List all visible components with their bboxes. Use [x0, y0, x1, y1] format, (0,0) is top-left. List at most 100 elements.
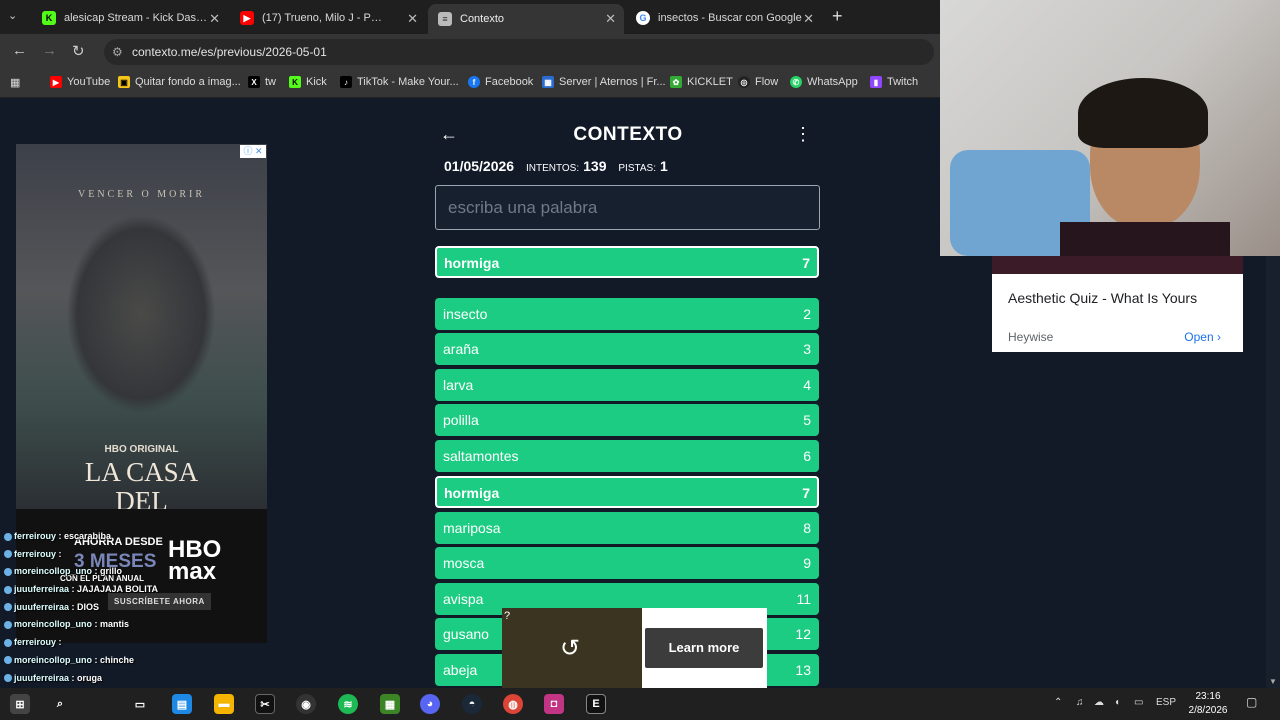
youtube-icon: ▶	[50, 76, 62, 88]
task-view-icon[interactable]: ▭	[130, 694, 150, 714]
ad-info-icon[interactable]: ⓘ ✕	[240, 145, 266, 158]
ad-open-link[interactable]: Open ›	[1184, 330, 1221, 344]
learn-more-button[interactable]: Learn more	[645, 628, 763, 668]
chat-text: chinche	[100, 654, 135, 665]
close-icon[interactable]: ✕	[803, 11, 814, 27]
cloud-icon[interactable]: ☁	[1094, 697, 1104, 708]
chat-separator: :	[69, 584, 78, 595]
tab-search-chevron-icon[interactable]: ⌄	[8, 9, 17, 22]
steam-icon[interactable]: ◓	[462, 694, 482, 714]
close-icon[interactable]: ✕	[605, 11, 616, 27]
tab-contexto[interactable]: ≡ Contexto ✕	[428, 4, 624, 34]
bookmark-label: Facebook	[485, 76, 534, 88]
guess-word: abeja	[443, 662, 478, 678]
chat-message: juuuferreiraa : DIOS	[0, 599, 300, 617]
taskbar-clock[interactable]: 23:16 2/8/2026	[1186, 690, 1230, 718]
ad-image-strip	[992, 256, 1243, 274]
spotify-icon[interactable]: ≋	[338, 694, 358, 714]
windows-start-icon[interactable]: ⊞	[10, 694, 30, 714]
close-icon[interactable]: ✕	[209, 11, 220, 27]
tab-strip: ⌄ K alesicap Stream - Kick Dashboard ✕ ▶…	[0, 0, 940, 34]
guess-word: saltamontes	[443, 448, 519, 464]
tiktok-icon: ♪	[340, 76, 352, 88]
back-arrow-icon[interactable]: ←	[12, 42, 27, 59]
bookmark-x[interactable]: Xtw	[248, 76, 276, 88]
game-stats: 01/05/2026 INTENTOS: 139 PISTAS: 1	[444, 158, 668, 174]
chat-badge-icon	[4, 621, 12, 630]
capcut-icon[interactable]: ✂	[255, 694, 275, 714]
tab-google[interactable]: G insectos - Buscar con Google ✕	[626, 4, 822, 32]
chat-message: moreincollop_uno : chinche	[0, 652, 300, 670]
word-input[interactable]	[436, 186, 819, 229]
reload-icon[interactable]: ↻	[72, 42, 85, 60]
server-icon: ▦	[542, 76, 554, 88]
instagram-icon[interactable]: ◘	[544, 694, 564, 714]
store-icon[interactable]: ▤	[172, 694, 192, 714]
image-icon: ▣	[118, 76, 130, 88]
tab-title: insectos - Buscar con Google	[658, 12, 802, 24]
tray-chevron-up-icon[interactable]: ⌃	[1054, 697, 1062, 708]
chat-badge-icon	[4, 550, 12, 559]
close-icon[interactable]: ✕	[407, 11, 418, 27]
guess-rank: 7	[802, 255, 810, 271]
microphone-icon[interactable]: ♫	[1076, 697, 1084, 708]
bookmark-flow[interactable]: ◎ Flow	[738, 76, 778, 88]
address-bar[interactable]: contexto.me/es/previous/2026-05-01	[104, 39, 934, 65]
more-vert-icon[interactable]: ⋮	[794, 124, 812, 145]
network-icon[interactable]: ▭	[1134, 697, 1143, 708]
bookmark-youtube[interactable]: ▶ YouTube	[50, 76, 110, 88]
language-indicator[interactable]: ESP	[1156, 697, 1176, 708]
forward-arrow-icon[interactable]: →	[42, 42, 57, 59]
chat-badge-icon	[4, 568, 12, 576]
site-info-icon[interactable]: ⚙	[112, 45, 123, 59]
tab-title: Contexto	[460, 13, 505, 25]
replay-icon[interactable]: ↺	[560, 634, 580, 663]
bookmark-kicklet[interactable]: ✿ KICKLET	[670, 76, 733, 88]
apps-grid-icon[interactable]: ▦	[10, 76, 20, 89]
tab-kick-dashboard[interactable]: K alesicap Stream - Kick Dashboard ✕	[32, 4, 228, 32]
search-icon[interactable]: ⌕	[50, 694, 70, 714]
bookmark-facebook[interactable]: f Facebook	[468, 76, 533, 88]
bookmark-aternos[interactable]: ▦ Server | Aternos | Fr...	[542, 76, 666, 88]
chat-separator: :	[92, 619, 101, 630]
guess-rank: 11	[796, 591, 811, 607]
notification-icon[interactable]: ▢	[1246, 695, 1257, 709]
guess-row: insecto 2	[435, 298, 819, 330]
guess-rank: 2	[803, 306, 811, 322]
bookmark-label: Kick	[306, 76, 327, 88]
bookmark-kick[interactable]: K Kick	[289, 76, 327, 88]
guess-word: hormiga	[444, 485, 500, 501]
chat-separator: :	[56, 531, 65, 541]
guess-rank: 5	[803, 412, 811, 428]
speaker-icon[interactable]: ◖	[1114, 697, 1120, 708]
ad-banner-bottom[interactable]: ? ↺ Learn more	[502, 608, 767, 688]
minecraft-icon[interactable]: ▦	[380, 694, 400, 714]
guess-rank: 6	[803, 448, 811, 464]
obs-icon[interactable]: ◉	[296, 694, 316, 714]
webcam-shirt	[1060, 222, 1230, 256]
flow-icon: ◎	[738, 76, 750, 88]
guess-word: larva	[443, 377, 474, 393]
bookmark-whatsapp[interactable]: ✆ WhatsApp	[790, 76, 858, 88]
bookmark-twitch[interactable]: ▮ Twitch	[870, 76, 918, 88]
guess-row: mariposa 8	[435, 512, 819, 544]
chat-text: mantis	[100, 619, 130, 630]
tab-youtube[interactable]: ▶ (17) Trueno, Milo J - PUMA ✕	[230, 4, 426, 32]
bookmark-remove-bg[interactable]: ▣ Quitar fondo a imag...	[118, 76, 241, 88]
bookmark-label: KICKLET	[687, 76, 733, 88]
chat-message: juuuferreiraa : JAJAJAJA BOLITA	[0, 581, 300, 599]
epic-games-icon[interactable]: E	[586, 694, 606, 714]
word-input-box	[435, 185, 820, 230]
new-tab-plus-icon[interactable]: +	[832, 6, 843, 27]
bookmark-tiktok[interactable]: ♪ TikTok - Make Your...	[340, 76, 459, 88]
file-explorer-icon[interactable]: ▬	[214, 694, 234, 714]
ad-banner-left[interactable]: VENCER O MORIR HBO ORIGINAL LA CASA DEL …	[16, 144, 267, 509]
chrome-icon[interactable]: ◍	[503, 694, 523, 714]
clock-date: 2/8/2026	[1188, 705, 1228, 716]
scroll-down-icon[interactable]: ▼	[1269, 677, 1277, 686]
bookmark-label: Twitch	[887, 76, 919, 88]
help-icon[interactable]: ?	[504, 610, 510, 622]
ad-banner-right[interactable]: Aesthetic Quiz - What Is Yours Heywise O…	[992, 256, 1243, 352]
bookmark-label: TikTok - Make Your...	[357, 76, 459, 88]
discord-icon[interactable]: ◕	[420, 694, 440, 714]
